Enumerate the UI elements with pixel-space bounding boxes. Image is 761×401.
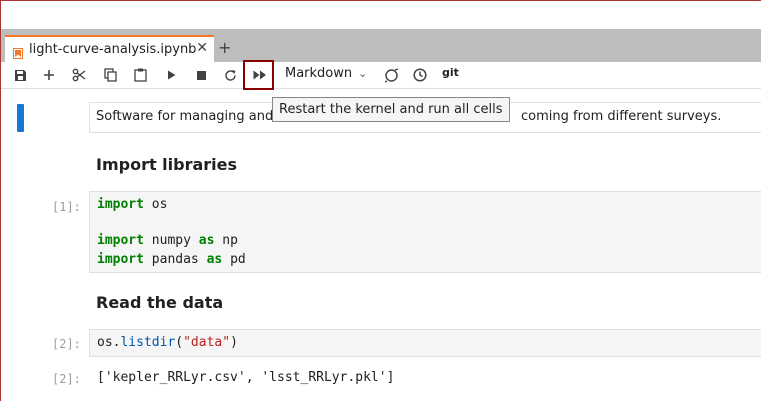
tab-title: light-curve-analysis.ipynb <box>29 42 197 57</box>
keyword: import <box>97 252 144 267</box>
markdown-text-start: Software for managing and <box>96 109 274 124</box>
heading-import-libraries: Import libraries <box>96 155 238 174</box>
output-prompt: [2]: <box>52 372 81 386</box>
code-text: pd <box>222 252 246 267</box>
string-literal: "data" <box>183 335 231 350</box>
keyword: import <box>97 233 144 248</box>
save-icon[interactable] <box>12 66 28 84</box>
notebook-icon <box>13 44 23 59</box>
output-text: ['kepler_RRLyr.csv', 'lsst_RRLyr.pkl'] <box>97 370 395 385</box>
code-text: os <box>97 335 113 350</box>
cell-type-dropdown[interactable]: Markdown ⌄ <box>285 66 367 81</box>
code-text: ( <box>175 335 184 350</box>
code-text: np <box>214 233 238 248</box>
code-text: ) <box>230 335 238 350</box>
tab-bar: light-curve-analysis.ipynb ✕ <box>1 29 761 62</box>
tooltip: Restart the kernel and run all cells <box>272 97 510 122</box>
cell-prompt: [2]: <box>52 337 81 351</box>
restart-icon[interactable] <box>222 66 238 84</box>
add-cell-icon[interactable] <box>41 66 57 84</box>
keyword: as <box>198 233 215 248</box>
cell-prompt: [1]: <box>52 200 81 214</box>
code-line: import pandas as pd <box>97 252 246 267</box>
notebook-toolbar <box>1 62 761 89</box>
kernel-status-icon <box>382 66 400 84</box>
restart-run-all-highlight <box>243 60 274 90</box>
cut-icon[interactable] <box>71 66 87 84</box>
new-tab-button[interactable]: + <box>218 38 231 57</box>
heading-read-data: Read the data <box>96 293 224 312</box>
notebook-tab[interactable]: light-curve-analysis.ipynb ✕ <box>5 35 214 62</box>
history-icon[interactable] <box>412 66 428 84</box>
markdown-text-end: coming from different surveys. <box>521 109 722 124</box>
keyword: import <box>97 197 144 212</box>
code-line: os.listdir("data") <box>97 335 238 350</box>
chevron-down-icon: ⌄ <box>358 67 368 80</box>
code-text: numpy <box>143 233 199 248</box>
cell-type-label: Markdown <box>285 66 353 81</box>
close-tab-icon[interactable]: ✕ <box>196 40 208 56</box>
keyword: as <box>206 252 223 267</box>
git-icon[interactable]: git <box>442 66 459 79</box>
code-line: import os <box>97 197 167 212</box>
copy-icon[interactable] <box>102 66 118 84</box>
code-text: pandas <box>143 252 207 267</box>
stop-icon[interactable] <box>194 66 208 84</box>
active-cell-indicator <box>17 104 24 132</box>
function-name: listdir <box>120 335 176 350</box>
code-line: import numpy as np <box>97 233 238 248</box>
run-icon[interactable] <box>164 66 178 84</box>
paste-icon[interactable] <box>132 66 148 84</box>
code-text: os <box>143 197 168 212</box>
